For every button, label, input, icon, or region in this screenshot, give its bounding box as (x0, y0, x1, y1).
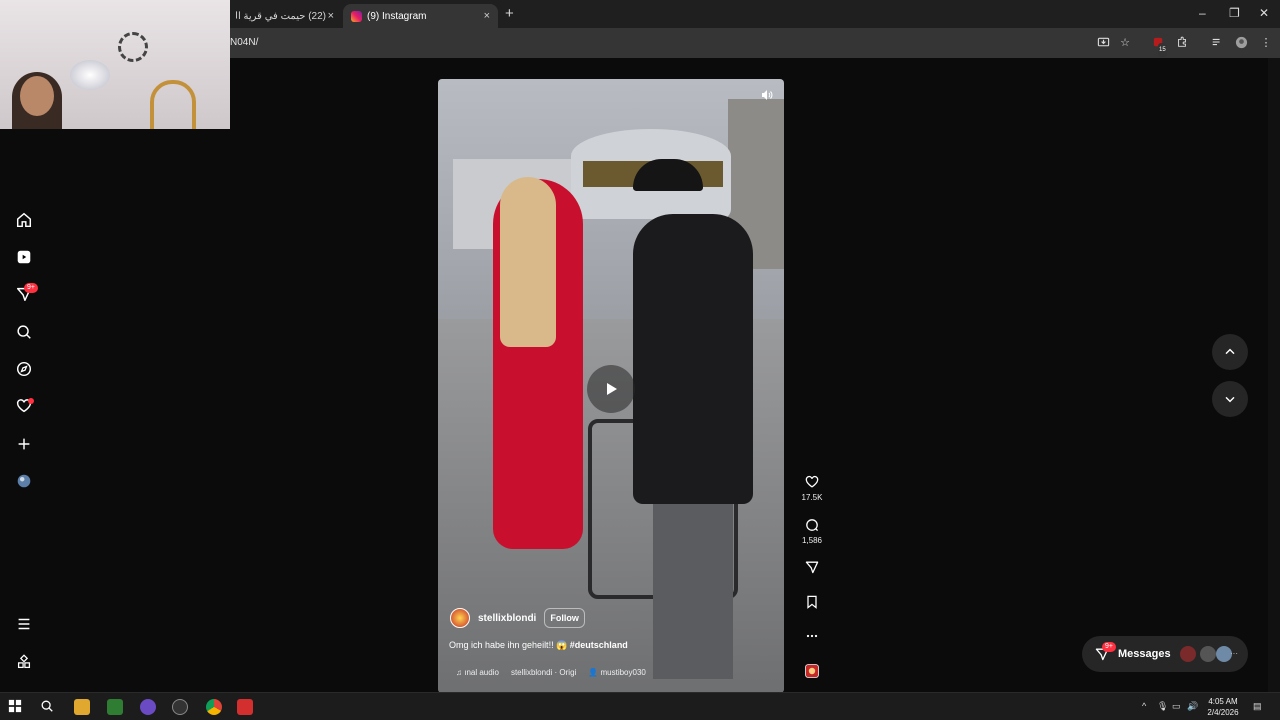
like-count: 17.5K (801, 493, 823, 502)
reel-author: stellixblondi Follow (450, 608, 585, 628)
lamp-light (70, 60, 110, 90)
author-avatar[interactable] (450, 608, 470, 628)
new-tab-button[interactable]: + (505, 5, 514, 22)
also-from-meta-icon[interactable] (14, 652, 34, 672)
reel-video[interactable]: stellixblondi Follow Omg ich habe ihn ge… (438, 79, 784, 693)
notifications-icon[interactable] (14, 396, 34, 416)
messages-icon[interactable]: 9+ (14, 283, 38, 304)
next-reel-button[interactable] (1212, 381, 1248, 417)
comment-icon (806, 519, 819, 532)
chevron-down-icon (1225, 396, 1235, 403)
reels-icon[interactable] (14, 247, 34, 267)
page-scrollbar[interactable] (1268, 58, 1280, 692)
home-icon[interactable] (14, 210, 34, 230)
tab-title: (22) حيمت في قرية الصياد (236, 10, 326, 22)
play-button[interactable] (587, 365, 635, 413)
explore-icon[interactable] (14, 359, 34, 379)
close-window-button[interactable]: ✕ (1259, 6, 1269, 20)
mirror (150, 80, 196, 129)
tagged-user[interactable]: 👤 mustiboy030 (588, 668, 646, 677)
heart-icon (805, 475, 819, 488)
caption-hashtag[interactable]: #deutschland (570, 640, 628, 650)
menu-icon[interactable] (14, 614, 34, 634)
url-field[interactable]: N04N/ (230, 37, 258, 48)
more-icon (806, 634, 818, 638)
tab-close-icon[interactable]: × (484, 10, 490, 22)
audio-link[interactable]: ♫ ınal audio (456, 668, 499, 677)
webcam-overlay (0, 0, 230, 129)
bookmark-star-icon[interactable]: ☆ (1118, 36, 1132, 50)
clock-date: 2/4/2026 (1207, 708, 1239, 717)
microphone-icon[interactable]: 🎙 (1157, 701, 1168, 712)
mute-toggle-icon[interactable] (760, 88, 774, 102)
taskbar: ^ 🎙 ▭ 🔊 4:05 AM 2/4/2026 ▤ (0, 692, 1280, 720)
messages-button[interactable]: 9+ Messages ··· (1082, 636, 1248, 672)
messages-badge: 9+ (24, 283, 38, 293)
obs-icon[interactable] (172, 699, 188, 715)
notification-dot (28, 398, 34, 404)
profile-avatar-icon[interactable] (1234, 36, 1248, 50)
chat-app-icon[interactable] (140, 699, 156, 715)
more-contacts-icon: ··· (1230, 649, 1238, 658)
create-icon[interactable] (14, 434, 34, 454)
volume-icon[interactable]: 🔊 (1187, 701, 1198, 712)
file-explorer-icon[interactable] (74, 699, 90, 715)
caption-text: Omg ich habe ihn geheilt!! 😱 (449, 640, 568, 650)
follow-button[interactable]: Follow (544, 608, 585, 628)
audio-title: ınal audio (464, 668, 499, 677)
more-options-button[interactable] (800, 628, 824, 647)
comment-button[interactable]: 1,586 (800, 517, 824, 545)
bookmark-icon (807, 595, 817, 609)
comment-count: 1,586 (801, 536, 823, 545)
tray-overflow-icon[interactable]: ^ (1142, 701, 1146, 711)
profile-icon[interactable] (14, 471, 34, 491)
tab-title: (9) Instagram (367, 10, 427, 22)
browser-menu-icon[interactable]: ⋮ (1259, 36, 1273, 50)
search-icon[interactable] (40, 699, 56, 715)
network-icon[interactable]: ▭ (1172, 701, 1181, 712)
messages-badge: 9+ (1102, 642, 1116, 652)
audio-thumbnail[interactable] (800, 663, 824, 682)
man-hoodie (633, 214, 753, 504)
play-icon (607, 383, 617, 395)
app-icon[interactable] (237, 699, 253, 715)
contact-avatar (1180, 646, 1196, 662)
minimize-button[interactable]: – (1199, 6, 1206, 20)
windows-start-icon[interactable] (8, 699, 24, 715)
audio-source[interactable]: stellixblondi · Origi (511, 668, 576, 677)
audio-cover-icon (805, 664, 819, 678)
previous-reel-button[interactable] (1212, 334, 1248, 370)
instagram-favicon-icon (351, 10, 362, 22)
save-button[interactable] (800, 594, 824, 613)
browser-tab-instagram[interactable]: (9) Instagram × (343, 4, 498, 28)
woman-hair (500, 177, 556, 347)
like-button[interactable]: 17.5K (800, 474, 824, 502)
notification-center-icon[interactable]: ▤ (1253, 701, 1262, 712)
extension-icon[interactable]: 15 (1151, 36, 1167, 57)
author-username[interactable]: stellixblondi (478, 613, 536, 624)
chrome-icon[interactable] (206, 699, 222, 715)
reel-caption[interactable]: Omg ich habe ihn geheilt!! 😱 #deutschlan… (449, 640, 628, 651)
system-clock[interactable]: 4:05 AM 2/4/2026 (1200, 696, 1246, 718)
chevron-up-icon (1225, 348, 1235, 355)
wall-decoration (118, 32, 148, 62)
streamer-head (20, 76, 54, 116)
install-app-icon[interactable] (1096, 36, 1110, 50)
search-icon[interactable] (14, 322, 34, 342)
contact-avatar (1200, 646, 1216, 662)
extension-badge: 15 (1158, 43, 1167, 57)
audio-row: ♫ ınal audio stellixblondi · Origi 👤 mus… (456, 668, 646, 677)
media-control-icon[interactable] (1210, 36, 1224, 50)
store-icon[interactable] (107, 699, 123, 715)
send-icon (805, 561, 819, 574)
browser-tab-youtube[interactable]: (22) حيمت في قرية الصياد × (228, 4, 342, 28)
messages-label: Messages (1118, 648, 1171, 660)
extensions-puzzle-icon[interactable] (1175, 36, 1189, 50)
restore-button[interactable]: ❐ (1229, 6, 1240, 20)
clock-time: 4:05 AM (1208, 697, 1238, 706)
share-button[interactable] (800, 559, 824, 578)
tagged-user-name: mustiboy030 (600, 668, 646, 677)
tab-close-icon[interactable]: × (328, 10, 334, 22)
